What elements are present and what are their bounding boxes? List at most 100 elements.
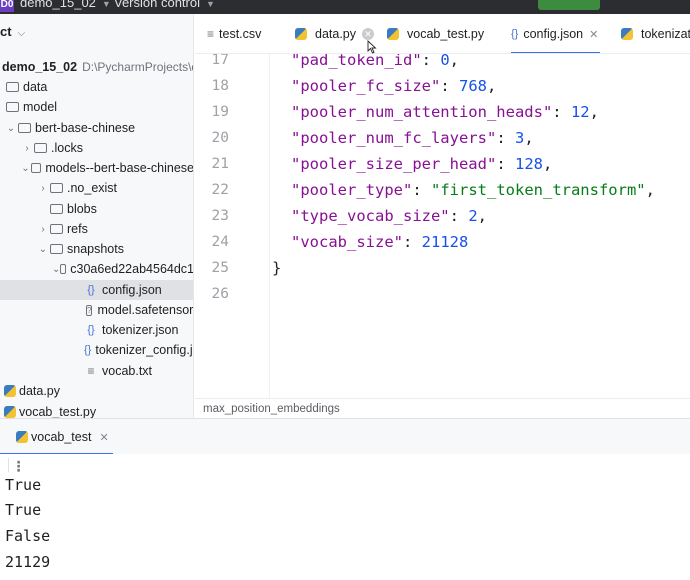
tree-item-label: data.py <box>19 384 61 398</box>
run-panel-tabs: vocab_test ✕ <box>0 418 690 455</box>
json-key: "type_vocab_size" <box>291 207 450 225</box>
project-badge[interactable]: D0 <box>0 0 14 12</box>
tree-item-snapshot-hash[interactable]: ⌄ c30a6ed22ab4564dc1 <box>0 259 194 279</box>
python-icon <box>621 28 636 40</box>
line-number: 17 <box>211 54 229 68</box>
chevron-right-icon[interactable]: › <box>20 143 34 154</box>
line-number: 26 <box>211 286 229 302</box>
run-tab-label: vocab_test <box>31 430 92 444</box>
text-file-icon: ≡ <box>87 364 95 378</box>
json-value: 12 <box>570 103 590 121</box>
tree-item-snapshots[interactable]: ⌄ snapshots <box>0 239 193 259</box>
tab-label: data.py <box>315 27 357 41</box>
project-panel: ct ⌵ demo_15_02 D:\PycharmProjects\de data… <box>0 14 194 418</box>
title-bar: D0 demo_15_02 ▼ Version control ▼ <box>0 0 690 14</box>
python-icon <box>387 28 402 40</box>
tree-item-model[interactable]: model <box>0 97 193 117</box>
json-value: 0 <box>440 54 450 69</box>
breadcrumb[interactable]: max_position_embeddings <box>195 398 690 418</box>
json-key: "pooler_fc_size" <box>291 77 441 95</box>
run-widget[interactable] <box>538 0 600 10</box>
folder-icon <box>50 183 63 193</box>
python-icon <box>4 406 16 418</box>
line-number: 19 <box>211 104 229 120</box>
tab-tokenization[interactable]: tokenizatio <box>621 14 690 53</box>
version-control-menu[interactable]: Version control ▼ <box>114 0 215 10</box>
json-key: "vocab_size" <box>291 233 403 251</box>
code-line: 19 "pooler_num_attention_heads": 12, <box>195 99 690 125</box>
unknown-file-icon: ? <box>86 304 93 316</box>
code-editor[interactable]: 17 "pad_token_id": 0, 18 "pooler_fc_size… <box>195 54 690 398</box>
project-panel-header[interactable]: ct ⌵ <box>0 24 25 46</box>
console-line: False <box>5 527 51 545</box>
tab-data-py[interactable]: data.py ✕ <box>295 14 375 53</box>
tab-label: test.csv <box>219 27 262 41</box>
chevron-down-icon[interactable]: ⌄ <box>36 244 50 255</box>
tree-item-tokenizer-json[interactable]: {} tokenizer.json <box>0 320 193 340</box>
json-icon: {} <box>87 284 95 296</box>
line-number: 20 <box>211 130 229 146</box>
tree-item-config-json[interactable]: {} config.json <box>0 280 193 300</box>
tree-item-label: c30a6ed22ab4564dc1 <box>70 262 194 276</box>
code-line: 21 "pooler_size_per_head": 128, <box>195 151 690 177</box>
tree-item-models-bert[interactable]: ⌄ models--bert-base-chinese <box>0 158 193 178</box>
breadcrumb-item[interactable]: max_position_embeddings <box>203 403 340 415</box>
project-name: demo_15_02 <box>20 0 96 10</box>
code-line: 25 } <box>195 255 690 281</box>
code-line: 22 "pooler_type": "first_token_transform… <box>195 177 690 203</box>
closing-brace: } <box>272 259 282 277</box>
tree-item-blobs[interactable]: blobs <box>0 199 193 219</box>
run-tab-vocab-test[interactable]: vocab_test ✕ <box>0 419 113 455</box>
tree-item-label: config.json <box>102 283 162 297</box>
tab-vocab-test-py[interactable]: vocab_test.py <box>387 14 484 53</box>
code-line: 24 "vocab_size": 21128 <box>195 229 690 255</box>
line-number: 23 <box>211 208 229 224</box>
tree-item-label: model.safetensors <box>97 303 194 317</box>
tab-test-csv[interactable]: ≡ test.csv <box>207 14 262 53</box>
tree-item-data[interactable]: data <box>0 77 193 97</box>
chevron-down-icon[interactable]: ⌄ <box>20 163 31 174</box>
json-value: 3 <box>514 129 525 147</box>
tree-item-no-exist[interactable]: › .no_exist <box>0 178 193 198</box>
chevron-right-icon[interactable]: › <box>36 183 50 194</box>
run-console[interactable]: True True False 21129 <box>0 472 690 580</box>
chevron-right-icon[interactable]: › <box>36 224 50 235</box>
tree-item-bert-base-chinese[interactable]: ⌄ bert-base-chinese <box>0 118 193 138</box>
code-line: 26 <box>195 281 690 307</box>
version-control-label: Version control <box>114 0 200 10</box>
line-number: 18 <box>211 78 229 94</box>
tree-item-label: snapshots <box>67 242 124 256</box>
folder-icon <box>34 143 47 153</box>
json-key: "pooler_type" <box>291 181 413 199</box>
close-icon[interactable]: ✕ <box>589 28 598 41</box>
json-value: 21128 <box>421 233 469 251</box>
tab-config-json[interactable]: {} config.json ✕ <box>511 14 601 53</box>
folder-icon <box>6 82 19 92</box>
tree-item-model-safetensors[interactable]: ? model.safetensors <box>0 300 194 320</box>
json-key: "pooler_size_per_head" <box>291 155 497 173</box>
json-key: "pooler_num_fc_layers" <box>291 129 497 147</box>
tree-item-tokenizer-config[interactable]: {} tokenizer_config.js <box>0 340 193 360</box>
tree-item-vocab-txt[interactable]: ≡ vocab.txt <box>0 361 193 381</box>
chevron-down-icon[interactable]: ⌄ <box>4 123 18 134</box>
line-number: 25 <box>211 260 229 276</box>
tree-item-vocab-test-py[interactable]: vocab_test.py <box>0 402 193 418</box>
folder-icon <box>6 102 19 112</box>
json-key: "pooler_num_attention_heads" <box>291 103 553 121</box>
project-panel-title: ct <box>0 24 12 39</box>
editor-tabs: ≡ test.csv data.py ✕ vocab_test.py {} confi… <box>195 14 690 54</box>
folder-icon <box>50 244 63 254</box>
tree-root[interactable]: demo_15_02 D:\PycharmProjects\de <box>0 57 193 77</box>
tree-item-label: data <box>23 80 48 94</box>
line-number: 22 <box>211 182 229 198</box>
line-number: 21 <box>211 156 229 172</box>
tree-item-locks[interactable]: › .locks <box>0 138 193 158</box>
tree-item-data-py[interactable]: data.py <box>0 381 193 401</box>
close-icon[interactable]: ✕ <box>99 431 108 444</box>
chevron-down-icon[interactable]: ⌄ <box>52 264 60 275</box>
project-name-menu[interactable]: demo_15_02 ▼ <box>20 0 111 10</box>
json-icon: {} <box>87 324 95 336</box>
tree-item-refs[interactable]: › refs <box>0 219 193 239</box>
tree-item-label: tokenizer.json <box>102 323 179 337</box>
close-icon[interactable]: ✕ <box>362 28 375 40</box>
